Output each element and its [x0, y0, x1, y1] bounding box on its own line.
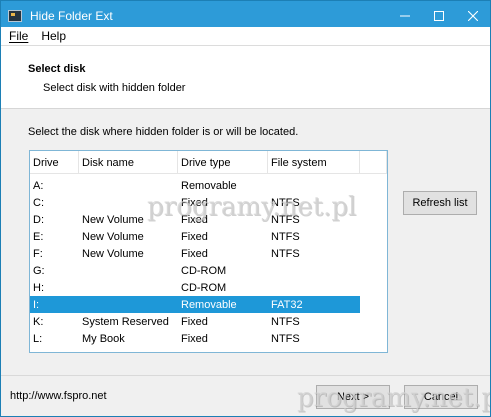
cell-drive-type: CD-ROM	[181, 264, 227, 277]
menu-bar: File Help	[1, 27, 490, 45]
menu-help[interactable]: Help	[41, 29, 66, 43]
cell-disk-name: New Volume	[82, 230, 144, 243]
cell-disk-name: My Book	[82, 332, 125, 345]
cell-drive-type: Fixed	[181, 315, 208, 328]
cell-drive: C:	[33, 196, 44, 209]
cell-file-system: NTFS	[271, 213, 300, 226]
website-link[interactable]: http://www.fspro.net	[10, 390, 107, 402]
cell-file-system: NTFS	[271, 332, 300, 345]
cell-file-system: NTFS	[271, 315, 300, 328]
cell-drive-type: Removable	[181, 298, 237, 311]
next-button[interactable]: Next >	[316, 385, 390, 409]
disk-list[interactable]: Drive Disk name Drive type File system A…	[29, 150, 388, 353]
cell-disk-name: New Volume	[82, 213, 144, 226]
cell-drive: A:	[33, 179, 44, 192]
cell-drive: I:	[33, 298, 40, 311]
wizard-step-subtitle: Select disk with hidden folder	[43, 82, 186, 94]
cell-drive: E:	[33, 230, 44, 243]
cell-drive-type: CD-ROM	[181, 281, 227, 294]
wizard-step-title: Select disk	[28, 63, 86, 75]
cell-drive: K:	[33, 315, 44, 328]
refresh-list-button[interactable]: Refresh list	[403, 191, 477, 215]
cell-file-system: NTFS	[271, 196, 300, 209]
column-header-file-system[interactable]: File system	[268, 151, 360, 174]
window-title: Hide Folder Ext	[30, 9, 113, 23]
cell-drive-type: Fixed	[181, 213, 208, 226]
cell-file-system: FAT32	[271, 298, 303, 311]
column-header-drive-type[interactable]: Drive type	[178, 151, 268, 174]
cancel-button[interactable]: Cancel	[404, 385, 478, 409]
cell-file-system: NTFS	[271, 230, 300, 243]
table-row[interactable]: C: Fixed NTFS	[30, 194, 360, 211]
app-icon	[8, 10, 22, 22]
table-row[interactable]: F: New Volume Fixed NTFS	[30, 245, 360, 262]
wizard-header: Select disk Select disk with hidden fold…	[1, 45, 490, 109]
cell-disk-name: System Reserved	[82, 315, 169, 328]
cell-drive-type: Removable	[181, 179, 237, 192]
table-row[interactable]: E: New Volume Fixed NTFS	[30, 228, 360, 245]
cell-drive-type: Fixed	[181, 196, 208, 209]
table-row[interactable]: H: CD-ROM	[30, 279, 360, 296]
maximize-icon	[434, 11, 444, 21]
close-icon	[468, 11, 478, 21]
column-header-disk-name[interactable]: Disk name	[79, 151, 178, 174]
table-row[interactable]: A: Removable	[30, 177, 360, 194]
cell-drive: H:	[33, 281, 44, 294]
instruction-text: Select the disk where hidden folder is o…	[28, 126, 299, 138]
menu-file[interactable]: File	[9, 29, 28, 43]
cell-file-system: NTFS	[271, 247, 300, 260]
column-header-filler	[360, 151, 387, 174]
footer-divider	[1, 375, 490, 376]
cell-drive: L:	[33, 332, 43, 345]
column-header-drive[interactable]: Drive	[30, 151, 79, 174]
cell-disk-name: New Volume	[82, 247, 144, 260]
minimize-icon	[400, 15, 410, 17]
app-window: Hide Folder Ext File Help Select disk Se…	[0, 0, 491, 417]
cell-drive-type: Fixed	[181, 230, 208, 243]
table-row[interactable]: G: CD-ROM	[30, 262, 360, 279]
cell-drive: G:	[33, 264, 45, 277]
table-row[interactable]: K: System Reserved Fixed NTFS	[30, 313, 360, 330]
disk-list-header: Drive Disk name Drive type File system	[30, 151, 387, 174]
cell-drive: F:	[33, 247, 43, 260]
table-row[interactable]: D: New Volume Fixed NTFS	[30, 211, 360, 228]
cell-drive-type: Fixed	[181, 332, 208, 345]
table-row[interactable]: L: My Book Fixed NTFS	[30, 330, 360, 347]
table-row[interactable]: I: Removable FAT32	[30, 296, 360, 313]
cell-drive: D:	[33, 213, 44, 226]
cell-drive-type: Fixed	[181, 247, 208, 260]
